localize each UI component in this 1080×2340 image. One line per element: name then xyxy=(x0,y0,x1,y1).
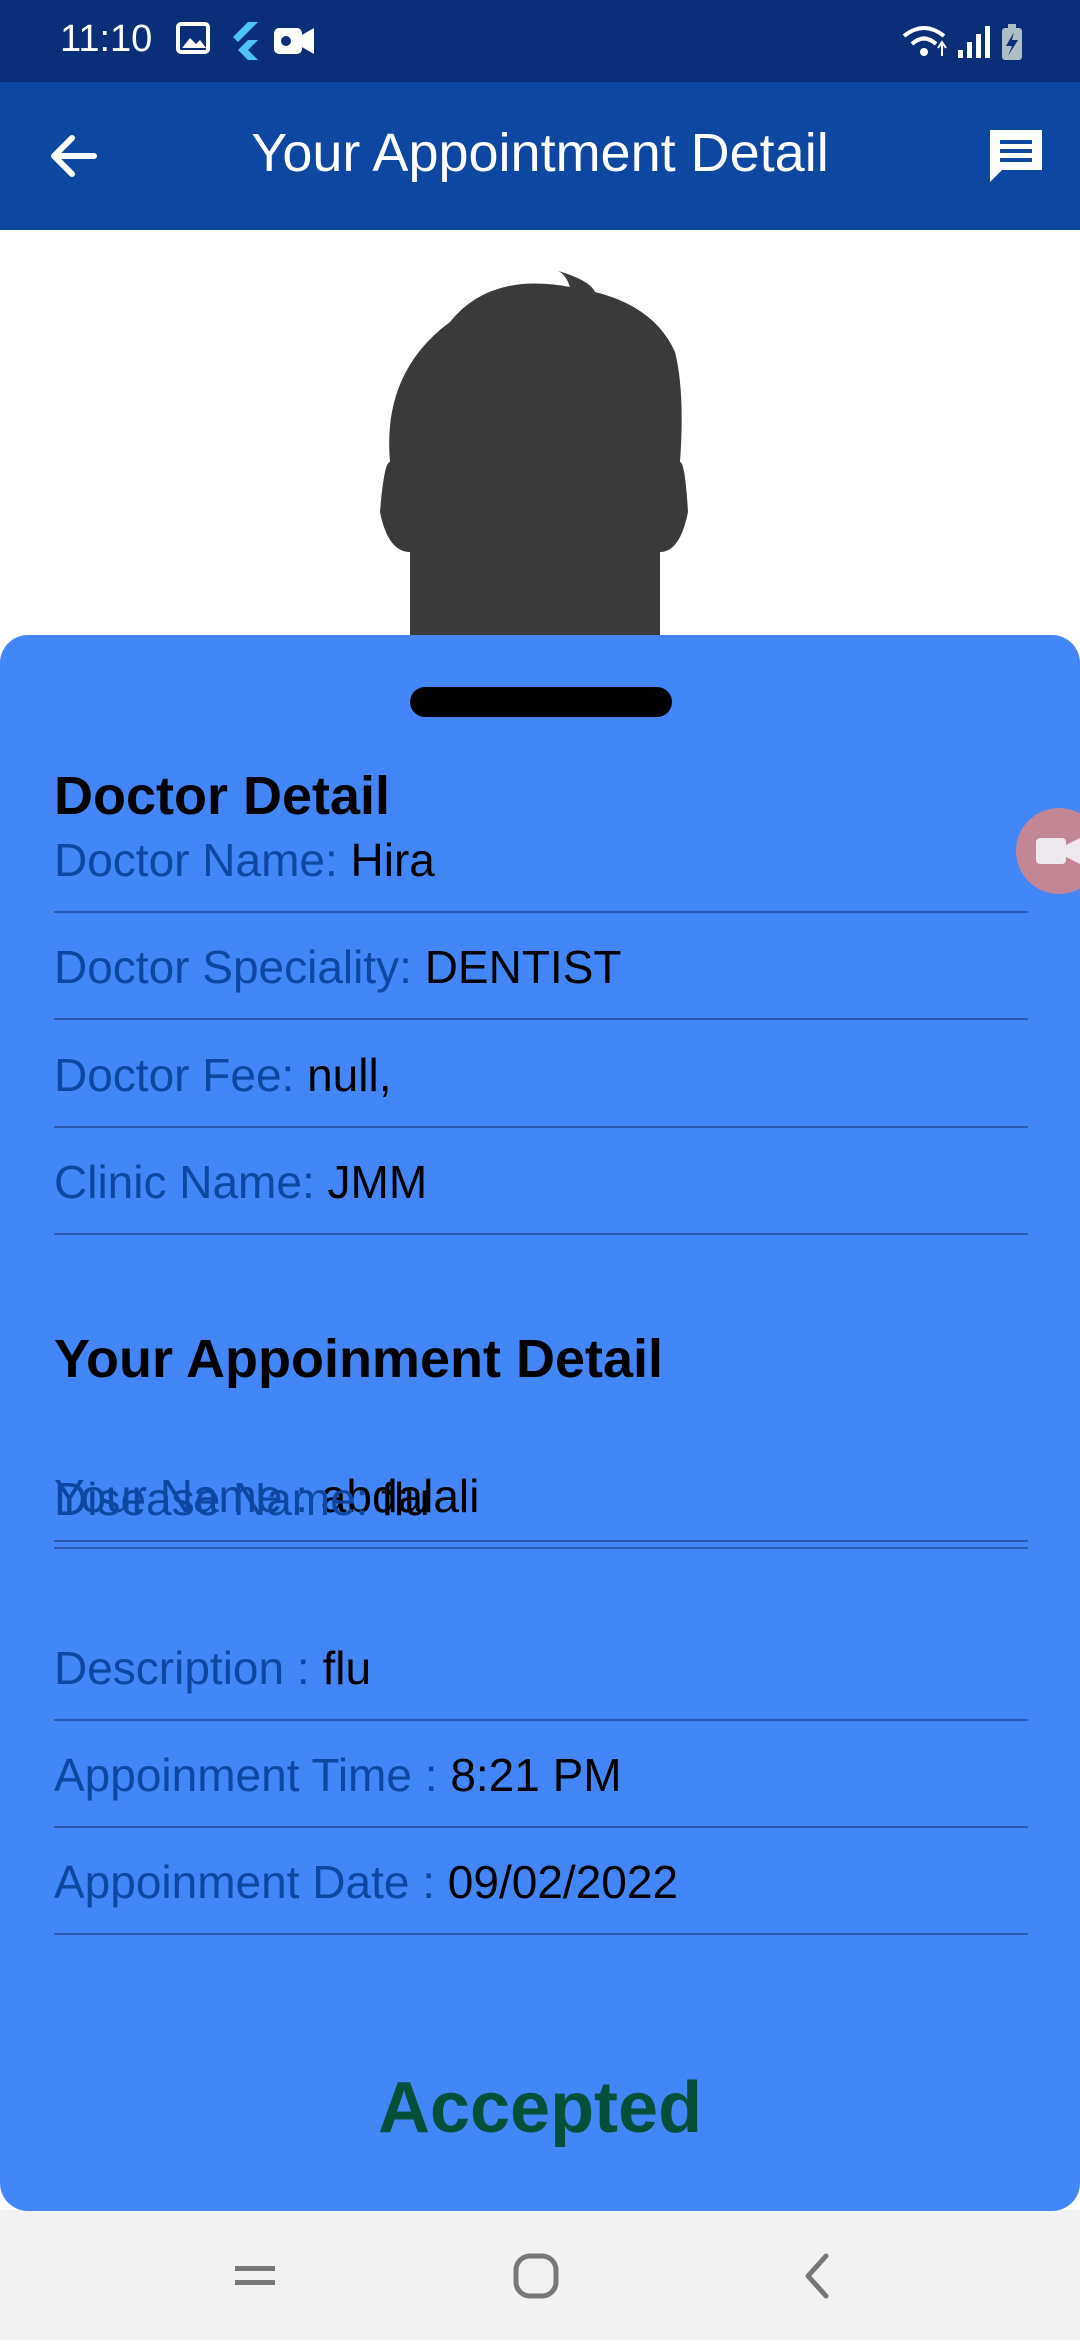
appointment-time-value: 8:21 PM xyxy=(450,1749,622,1801)
clinic-name-label: Clinic Name: xyxy=(54,1156,328,1208)
bottom-sheet: Doctor Detail Doctor Name: Hira Doctor S… xyxy=(0,635,1080,2211)
doctor-name-label: Doctor Name: xyxy=(54,834,351,886)
doctor-fee-row: Doctor Fee: null, xyxy=(54,1022,1028,1128)
signal-icon xyxy=(958,26,990,58)
description-label: Description : xyxy=(54,1642,323,1694)
doctor-speciality-value: DENTIST xyxy=(424,941,622,993)
drag-handle[interactable] xyxy=(410,687,672,717)
video-camera-icon xyxy=(1036,838,1080,864)
doctor-name-value: Hira xyxy=(350,834,435,886)
doctor-fee-value: null, xyxy=(307,1049,392,1101)
description-row: Description : flu xyxy=(54,1615,1028,1721)
back-icon[interactable] xyxy=(790,2246,850,2306)
home-icon[interactable] xyxy=(506,2246,566,2306)
doctor-speciality-label: Doctor Speciality: xyxy=(54,941,425,993)
description-value: flu xyxy=(322,1642,372,1694)
appointment-status: Accepted xyxy=(377,2068,703,2148)
battery-charging-icon xyxy=(1002,24,1022,60)
video-call-button[interactable] xyxy=(1016,808,1080,894)
disease-name-value: flu xyxy=(381,1473,430,1525)
appointment-date-label: Appoinment Date : xyxy=(54,1856,448,1908)
chat-message-icon[interactable] xyxy=(984,124,1048,188)
disease-name-label: Disease Name: xyxy=(54,1473,382,1525)
clinic-name-row: Clinic Name: JMM xyxy=(54,1129,1028,1235)
appointment-date-row: Appoinment Date : 09/02/2022 xyxy=(54,1829,1028,1935)
app-bar: Your Appointment Detail xyxy=(0,82,1080,230)
appointment-time-row: Appoinment Time : 8:21 PM xyxy=(54,1722,1028,1828)
appointment-date-value: 09/02/2022 xyxy=(447,1856,679,1908)
doctor-fee-label: Doctor Fee: xyxy=(54,1049,308,1101)
video-camera-icon xyxy=(274,28,314,54)
recent-apps-icon[interactable] xyxy=(225,2246,285,2306)
status-left-icons xyxy=(176,22,314,60)
appointment-time-label: Appoinment Time : xyxy=(54,1749,451,1801)
disease-name-row: Disease Name: flu xyxy=(54,1457,1028,1542)
flutter-icon xyxy=(233,22,258,60)
status-time: 11:10 xyxy=(60,18,153,60)
wifi-icon xyxy=(902,26,947,56)
status-right-icons xyxy=(902,24,1022,60)
system-navigation-bar xyxy=(0,2212,1080,2340)
clinic-name-value: JMM xyxy=(327,1156,428,1208)
status-bar: 11:10 xyxy=(0,0,1080,82)
doctor-speciality-row: Doctor Speciality: DENTIST xyxy=(54,914,1028,1020)
doctor-name-row: Doctor Name: Hira xyxy=(54,807,1028,913)
image-icon xyxy=(176,22,210,54)
person-silhouette-icon xyxy=(380,270,688,662)
page-title: Your Appointment Detail xyxy=(251,123,829,183)
appointment-detail-heading: Your Appoinment Detail xyxy=(54,1329,664,1389)
